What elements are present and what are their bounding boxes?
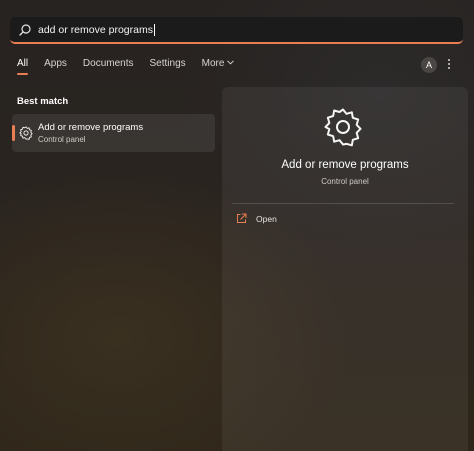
best-match-heading: Best match: [17, 96, 69, 107]
more-options-icon[interactable]: [447, 58, 451, 72]
selection-indicator: [12, 125, 15, 141]
tab-label: Documents: [82, 58, 134, 69]
result-subtitle: Control panel: [38, 135, 86, 144]
tab-all[interactable]: All: [17, 58, 29, 75]
tab-label: Apps: [44, 58, 67, 69]
open-action[interactable]: Open: [236, 213, 277, 224]
detail-panel: Add or remove programs Control panel Ope…: [222, 87, 468, 451]
search-box[interactable]: add or remove programs: [10, 17, 463, 44]
detail-subtitle: Control panel: [321, 177, 369, 186]
divider: [232, 203, 454, 204]
text-caret: [153, 23, 155, 36]
chevron-down-icon: [227, 58, 235, 67]
result-title: Add or remove programs: [38, 122, 144, 133]
tab-apps[interactable]: Apps: [44, 58, 67, 75]
gear-icon: [19, 126, 33, 140]
search-filter-tabs: All Apps Documents Settings More: [17, 58, 250, 75]
tab-label: All: [17, 58, 29, 69]
tab-label: More: [201, 58, 225, 69]
tab-documents[interactable]: Documents: [83, 58, 134, 75]
best-match-result[interactable]: Add or remove programs Control panel: [12, 114, 215, 152]
search-input[interactable]: add or remove programs: [38, 24, 153, 36]
open-external-icon: [236, 213, 247, 224]
tab-label: Settings: [149, 58, 186, 69]
detail-title: Add or remove programs: [281, 159, 409, 171]
search-icon: [18, 23, 32, 37]
gear-icon: [323, 107, 363, 147]
account-avatar[interactable]: A: [421, 57, 437, 73]
tab-settings[interactable]: Settings: [150, 58, 186, 75]
open-label: Open: [256, 213, 277, 224]
tab-more[interactable]: More: [202, 58, 235, 75]
